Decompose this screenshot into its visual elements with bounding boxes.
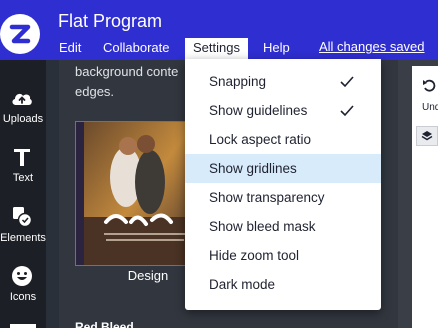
menu-settings[interactable]: Settings [185,38,248,59]
menu-collaborate[interactable]: Collaborate [103,38,170,59]
menu-item-snapping[interactable]: Snapping [185,67,381,96]
menu-item-show-gridlines[interactable]: Show gridlines [185,154,381,183]
sidebar-item-label: Text [12,172,34,184]
sidebar-item-elements[interactable]: Elements [0,205,46,263]
text-icon [14,149,30,166]
layers-button[interactable] [416,126,438,146]
sidebar-item-label: Uploads [2,113,44,125]
document-title[interactable]: Flat Program [58,11,162,32]
sidebar-item-icons[interactable]: Icons [0,264,46,322]
left-sidebar: Uploads Text Elements Icons [0,60,46,328]
sidebar-item-uploads[interactable]: Uploads [0,86,46,144]
menu-item-label: Hide zoom tool [209,248,300,263]
panel-description: background conte edges. [75,62,195,102]
settings-dropdown: Snapping Show guidelines Lock aspect rat… [185,59,381,310]
panel-text-line: background conte [75,64,179,79]
undo-icon[interactable] [422,78,436,92]
menu-item-hide-zoom-tool[interactable]: Hide zoom tool [185,241,381,270]
menu-item-label: Show transparency [209,190,325,205]
menu-item-label: Show gridlines [209,161,297,176]
section-title: Red Bleed [75,320,134,328]
sidebar-item-label: Icons [9,291,37,303]
menu-bar: Edit Collaborate Settings Help All chang… [0,38,438,59]
menu-help[interactable]: Help [263,38,290,59]
menu-item-label: Show bleed mask [209,219,316,234]
menu-item-show-guidelines[interactable]: Show guidelines [185,96,381,125]
menu-item-show-transparency[interactable]: Show transparency [185,183,381,212]
menu-item-dark-mode[interactable]: Dark mode [185,270,381,299]
checkmark-icon [340,105,354,117]
grid-icon[interactable] [10,322,36,328]
menu-edit[interactable]: Edit [59,38,81,59]
menu-item-label: Show guidelines [209,103,308,118]
menu-item-label: Lock aspect ratio [209,132,312,147]
menu-item-show-bleed-mask[interactable]: Show bleed mask [185,212,381,241]
app-header: Flat Program Edit Collaborate Settings H… [0,0,438,60]
sidebar-item-text[interactable]: Text [0,145,46,203]
menu-item-label: Snapping [209,74,267,89]
checkmark-icon [340,76,354,88]
sidebar-item-label: Elements [0,232,46,244]
elements-icon [13,207,33,228]
cloud-upload-icon [12,93,32,105]
save-status-link[interactable]: All changes saved [319,39,425,54]
undo-label[interactable]: Und [422,102,438,113]
panel-text-line: edges. [75,84,115,99]
smiley-icon [12,266,32,286]
layers-icon [421,131,433,141]
menu-item-lock-aspect-ratio[interactable]: Lock aspect ratio [185,125,381,154]
menu-item-label: Dark mode [209,277,276,292]
